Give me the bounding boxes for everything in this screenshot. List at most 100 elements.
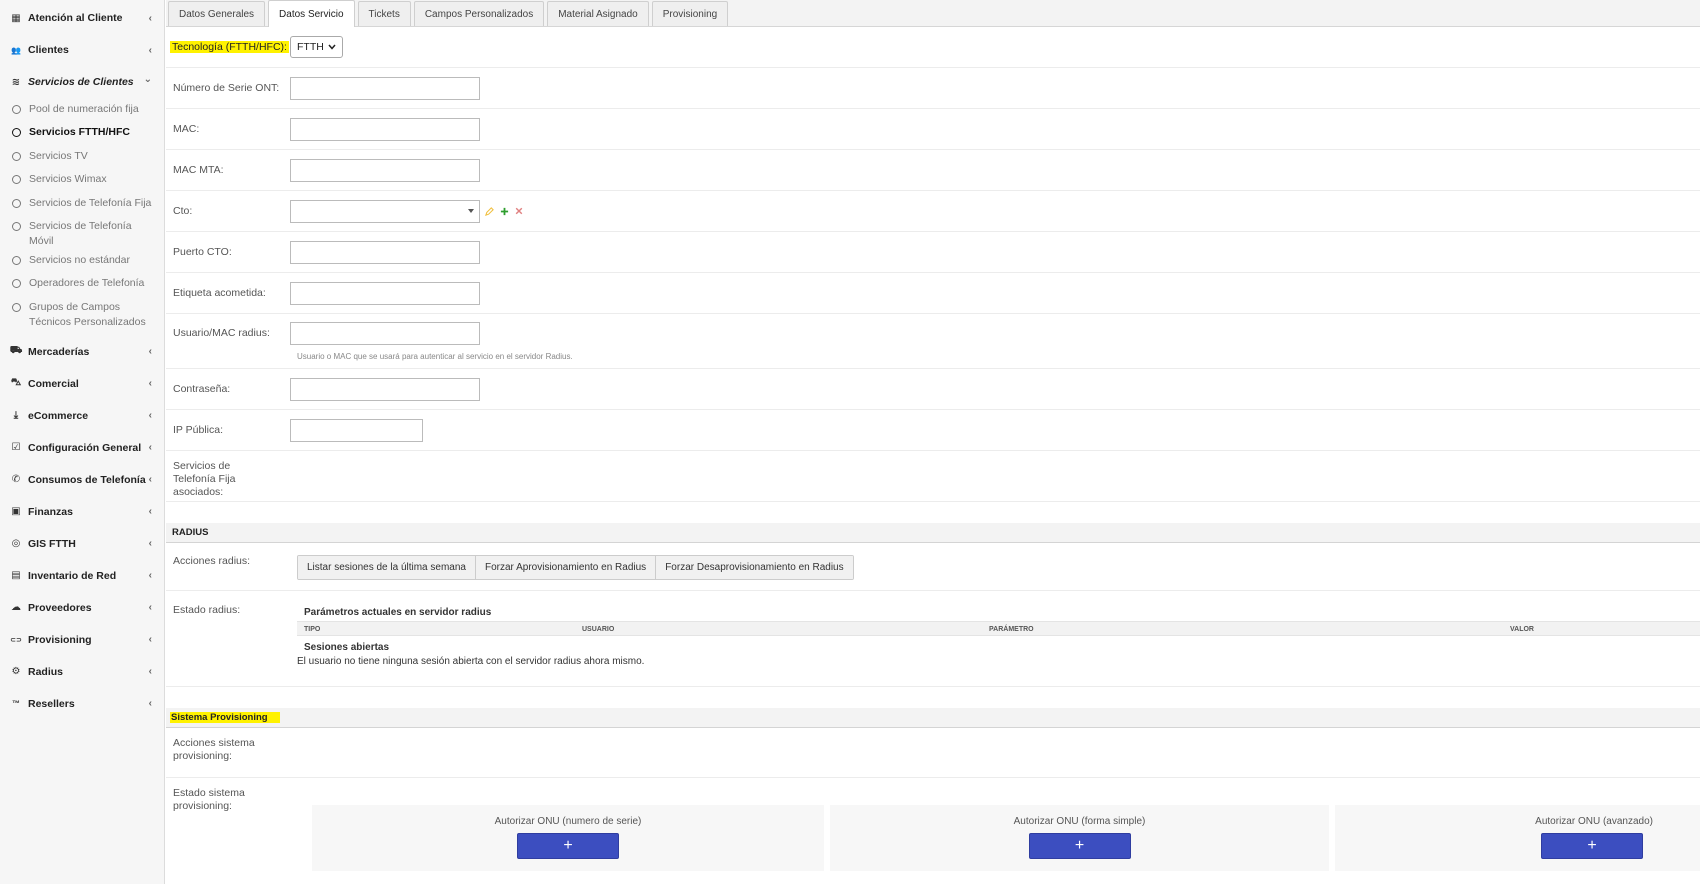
card-autorizar-onu-serie: Autorizar ONU (numero de serie) + (312, 805, 824, 871)
submenu-item-pool-numeracion[interactable]: Pool de numeración fija (0, 98, 164, 121)
sidebar-item-inventario-red[interactable]: ▤ Inventario de Red ‹ (0, 560, 164, 592)
sidebar-item-resellers[interactable]: ™ Resellers ‹ (0, 688, 164, 720)
chevron-left-icon: ‹ (148, 442, 152, 454)
sidebar-item-provisioning[interactable]: ⊂⊃ Provisioning ‹ (0, 624, 164, 656)
submenu-item-label: Pool de numeración fija (29, 103, 139, 115)
cto-label: Cto: (173, 204, 193, 217)
provisioning-cards: Autorizar ONU (numero de serie) + Autori… (312, 805, 1700, 871)
submenu-item-servicios-tv[interactable]: Servicios TV (0, 145, 164, 168)
submenu-item-grupos-campos[interactable]: Grupos de Campos Técnicos Personalizados (0, 296, 164, 334)
card-autorizar-onu-avanzado: Autorizar ONU (avanzado) + (1335, 805, 1700, 871)
circle-icon (12, 105, 21, 114)
radius-table-header: TIPO USUARIO PARÁMETRO VALOR (297, 621, 1700, 636)
sidebar: ▦ Atención al Cliente ‹ 👥 Clientes ‹ ≋ S… (0, 0, 165, 884)
sidebar-item-atencion-cliente[interactable]: ▦ Atención al Cliente ‹ (0, 2, 164, 34)
pencil-icon[interactable] (485, 206, 494, 216)
puerto-cto-input[interactable] (290, 240, 480, 264)
close-icon[interactable] (515, 207, 523, 215)
acciones-provisioning-label: Acciones sistema provisioning: (173, 737, 255, 762)
submenu-item-operadores[interactable]: Operadores de Telefonía (0, 272, 164, 295)
mac-mta-label: MAC MTA: (173, 163, 224, 176)
mac-mta-input[interactable] (290, 158, 480, 182)
tab-datos-servicio[interactable]: Datos Servicio (268, 0, 355, 27)
user-gear-icon: ⚙ (11, 666, 21, 678)
forzar-aprovisionamiento-button[interactable]: Forzar Aprovisionamiento en Radius (475, 556, 657, 579)
autorizar-onu-avanzado-button[interactable]: + (1541, 833, 1643, 859)
tab-datos-generales[interactable]: Datos Generales (168, 1, 266, 26)
cloud-icon: ☁ (11, 602, 21, 614)
radius-section-title: RADIUS (166, 523, 1700, 543)
chevron-left-icon: ‹ (148, 378, 152, 390)
submenu-item-telefonia-movil[interactable]: Servicios de Telefonía Móvil (0, 215, 164, 249)
sidebar-item-comercial[interactable]: ⛍ Comercial ‹ (0, 368, 164, 400)
sidebar-item-label: Proveedores (28, 601, 92, 614)
tecnologia-select[interactable]: FTTH (290, 36, 343, 58)
circle-icon (12, 255, 21, 265)
cto-select[interactable] (290, 199, 480, 223)
globe-icon: ◎ (11, 538, 21, 550)
submenu-item-servicios-ftth[interactable]: Servicios FTTH/HFC (0, 121, 164, 144)
sidebar-item-mercaderias[interactable]: ⛟ Mercaderías ‹ (0, 336, 164, 368)
chevron-left-icon: ‹ (148, 602, 152, 614)
users-icon: 👥 (11, 45, 21, 55)
sesiones-abiertas-message: El usuario no tiene ninguna sesión abier… (297, 656, 645, 667)
sidebar-item-label: Provisioning (28, 633, 92, 646)
telefonia-fija-label: Servicios de Telefonía Fija asociados: (173, 460, 236, 498)
usuario-radius-input[interactable] (290, 322, 480, 345)
etiqueta-label: Etiqueta acometida: (173, 286, 266, 299)
submenu-item-no-estandar[interactable]: Servicios no estándar (0, 249, 164, 272)
autorizar-onu-simple-button[interactable]: + (1028, 833, 1131, 859)
autorizar-onu-serie-button[interactable]: + (517, 833, 619, 859)
sidebar-item-label: Mercaderías (28, 345, 90, 358)
trademark-icon: ™ (12, 699, 20, 709)
sidebar-item-label: Resellers (28, 697, 75, 710)
sidebar-item-label: Servicios de Clientes (28, 76, 134, 88)
chevron-left-icon: ‹ (148, 666, 152, 678)
chevron-left-icon: ‹ (148, 570, 152, 582)
row-acciones-radius: Acciones radius: Listar sesiones de la ú… (166, 543, 1700, 591)
sidebar-item-label: eCommerce (28, 409, 89, 422)
sidebar-item-servicios-clientes[interactable]: ≋ Servicios de Clientes ⌄ (0, 66, 164, 98)
row-estado-provisioning: Estado sistema provisioning: Autorizar O… (166, 778, 1700, 884)
tab-tickets[interactable]: Tickets (357, 1, 411, 26)
estado-provisioning-label: Estado sistema provisioning: (173, 787, 245, 812)
chevron-left-icon: ‹ (148, 474, 152, 486)
mac-input[interactable] (290, 117, 480, 141)
submenu-item-servicios-wimax[interactable]: Servicios Wimax (0, 168, 164, 191)
serie-ont-input[interactable] (290, 76, 480, 100)
cart-icon: ⛍ (10, 377, 22, 389)
row-ip-publica: IP Pública: (166, 410, 1700, 451)
chevron-left-icon: ‹ (148, 44, 152, 56)
tab-provisioning[interactable]: Provisioning (651, 1, 729, 26)
row-serie-ont: Número de Serie ONT: (166, 68, 1700, 109)
tecnologia-label: Tecnología (FTTH/HFC): (170, 40, 289, 53)
sidebar-item-clientes[interactable]: 👥 Clientes ‹ (0, 34, 164, 66)
main-content: Datos Generales Datos Servicio Tickets C… (166, 0, 1700, 884)
usuario-radius-label: Usuario/MAC radius: (173, 327, 270, 339)
forzar-desaprovisionamiento-button[interactable]: Forzar Desaprovisionamiento en Radius (656, 556, 853, 579)
sidebar-item-finanzas[interactable]: ▣ Finanzas ‹ (0, 496, 164, 528)
plus-icon: + (563, 837, 573, 854)
sidebar-item-ecommerce[interactable]: ⤓ eCommerce ‹ (0, 400, 164, 432)
sidebar-item-consumos-telefonia[interactable]: ✆ Consumos de Telefonía ‹ (0, 464, 164, 496)
contrasena-input[interactable] (290, 377, 480, 401)
column-header-usuario: USUARIO (582, 626, 615, 633)
row-estado-radius: Estado radius: Parámetros actuales en se… (166, 591, 1700, 687)
sidebar-item-gis-ftth[interactable]: ◎ GIS FTTH ‹ (0, 528, 164, 560)
sidebar-item-proveedores[interactable]: ☁ Proveedores ‹ (0, 592, 164, 624)
estado-radius-label: Estado radius: (173, 604, 241, 616)
truck-icon: ⛟ (9, 345, 23, 357)
map-icon: ▤ (11, 570, 21, 582)
plus-icon[interactable] (500, 207, 509, 216)
sidebar-item-configuracion[interactable]: ☑ Configuración General ‹ (0, 432, 164, 464)
etiqueta-input[interactable] (290, 281, 480, 305)
listar-sesiones-button[interactable]: Listar sesiones de la última semana (298, 556, 476, 579)
ip-publica-input[interactable] (290, 418, 423, 442)
tab-material-asignado[interactable]: Material Asignado (547, 1, 649, 26)
tab-campos-personalizados[interactable]: Campos Personalizados (413, 1, 545, 26)
submenu-item-telefonia-fija[interactable]: Servicios de Telefonía Fija (0, 192, 164, 215)
provisioning-section-title: Sistema Provisioning (170, 712, 280, 723)
caret-down-icon (468, 208, 474, 213)
serie-ont-label: Número de Serie ONT: (173, 81, 280, 94)
sidebar-item-radius[interactable]: ⚙ Radius ‹ (0, 656, 164, 688)
